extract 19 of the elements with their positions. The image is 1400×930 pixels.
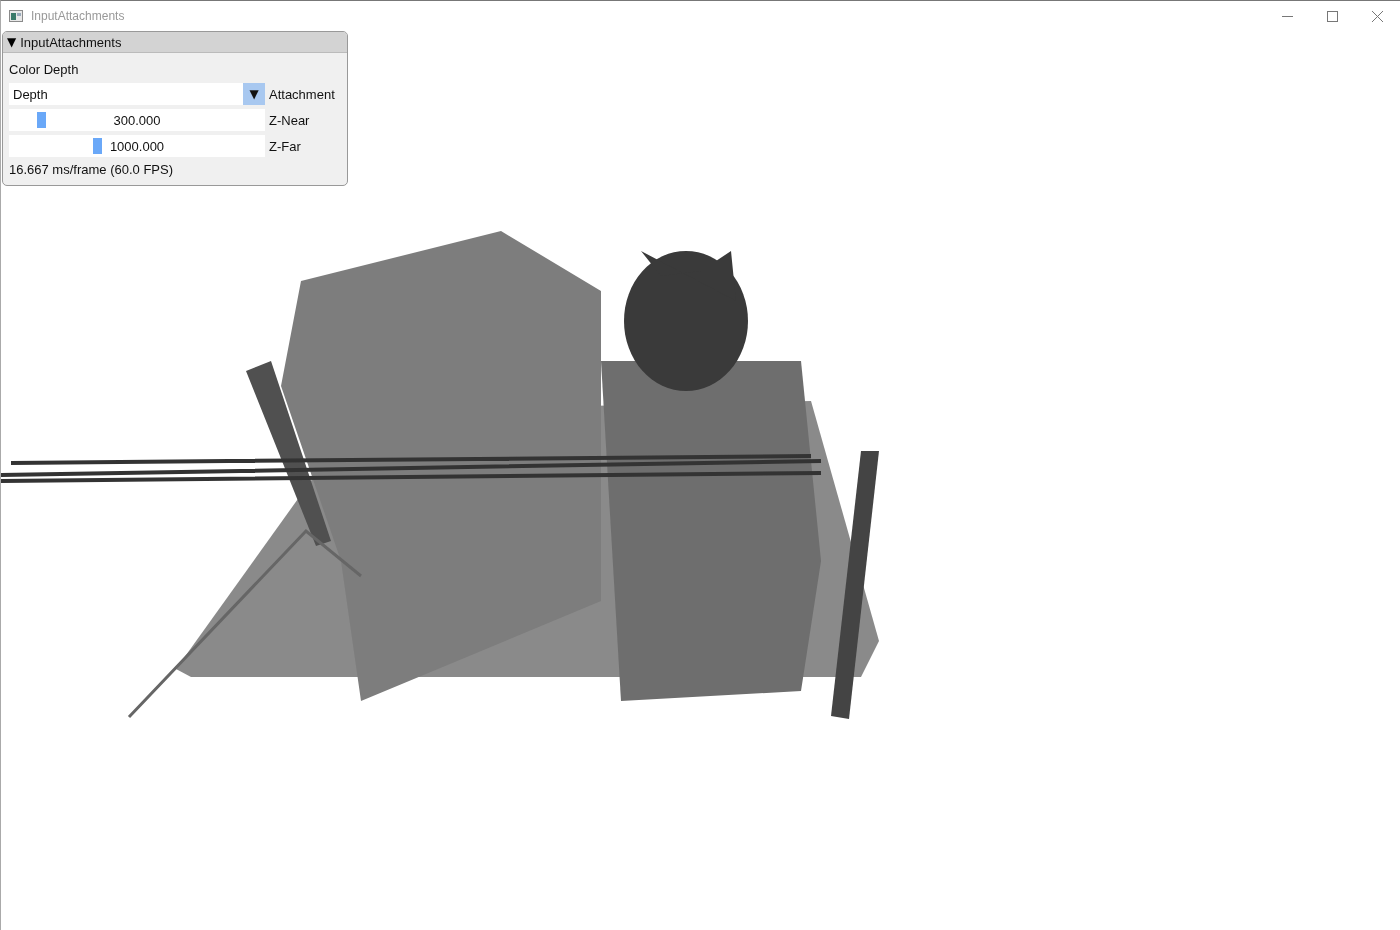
slider-track[interactable]: 1000.000 bbox=[9, 135, 265, 157]
collapse-toggle[interactable]: ▼ bbox=[7, 35, 17, 49]
panel-title: InputAttachments bbox=[20, 34, 122, 50]
slider-thumb[interactable] bbox=[36, 112, 46, 128]
attachment-dropdown[interactable]: Depth ▼ bbox=[9, 83, 265, 105]
slider-value: 300.000 bbox=[113, 112, 161, 128]
maximize-icon[interactable] bbox=[1327, 10, 1338, 22]
slider-label: Z-Far bbox=[269, 138, 301, 154]
slider-thumb[interactable] bbox=[93, 138, 103, 154]
dropdown-label: Attachment bbox=[269, 86, 335, 102]
slider-value: 1000.000 bbox=[109, 138, 165, 154]
close-icon[interactable] bbox=[1372, 10, 1383, 22]
slider-label: Z-Near bbox=[269, 112, 310, 128]
app-icon bbox=[9, 10, 23, 22]
minimize-icon[interactable] bbox=[1282, 15, 1293, 17]
frame-stats: 16.667 ms/frame (60.0 FPS) bbox=[9, 161, 174, 179]
window-title: InputAttachments bbox=[31, 9, 125, 23]
section-label: Color Depth bbox=[9, 61, 80, 79]
slider-track[interactable]: 300.000 bbox=[9, 109, 265, 131]
